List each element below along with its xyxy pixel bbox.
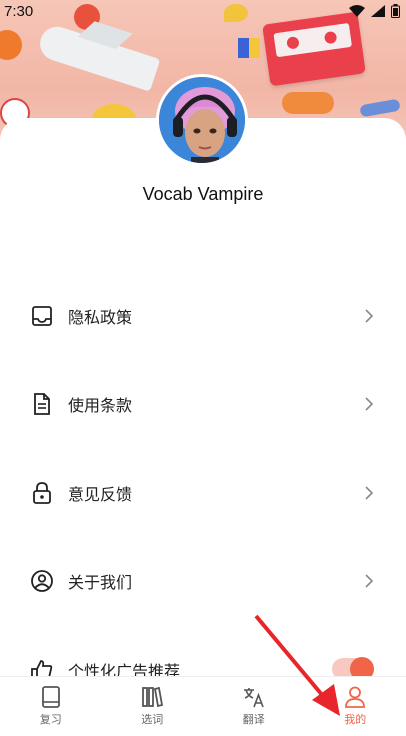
status-icons — [349, 4, 400, 18]
cassette-tape-decoration — [262, 11, 366, 87]
color-cube-decoration — [238, 38, 260, 58]
nav-label: 选词 — [141, 714, 164, 726]
lock-icon — [30, 481, 54, 505]
bottom-nav: 复习 选词 翻译 我的 — [0, 676, 406, 736]
status-time: 7:30 — [4, 2, 34, 20]
avatar[interactable] — [156, 74, 248, 166]
book-icon — [41, 686, 60, 708]
nav-item-review[interactable]: 复习 — [0, 677, 102, 736]
inbox-icon — [30, 304, 54, 328]
nav-label: 翻译 — [242, 714, 265, 726]
document-icon — [30, 392, 54, 416]
status-bar: 7:30 — [0, 0, 406, 22]
library-icon — [142, 686, 164, 708]
cookies-decoration — [282, 92, 334, 114]
nav-item-select-words[interactable]: 选词 — [102, 677, 204, 736]
battery-icon — [391, 4, 400, 18]
airplane-decoration — [35, 21, 161, 92]
menu-item-label: 使用条款 — [68, 398, 133, 415]
translate-icon — [243, 688, 264, 708]
signal-icon — [371, 5, 385, 17]
menu-item-privacy-policy[interactable]: 隐私政策 — [0, 286, 406, 346]
menu-item-feedback[interactable]: 意见反馈 — [0, 463, 406, 523]
wifi-icon — [349, 5, 365, 17]
nav-label: 我的 — [344, 714, 367, 726]
nav-item-mine[interactable]: 我的 — [305, 677, 406, 736]
orange-ball-decoration — [0, 30, 22, 60]
nav-label: 复习 — [39, 714, 62, 726]
menu-item-label: 隐私政策 — [68, 310, 133, 327]
chevron-right-icon — [365, 574, 374, 588]
menu-item-label: 关于我们 — [68, 575, 133, 592]
user-circle-icon — [30, 569, 54, 593]
blue-ribbon-decoration — [359, 98, 401, 118]
chevron-right-icon — [365, 309, 374, 323]
chevron-right-icon — [365, 397, 374, 411]
nav-item-translate[interactable]: 翻译 — [203, 677, 305, 736]
person-icon — [345, 686, 366, 708]
menu-item-label: 意见反馈 — [68, 487, 133, 504]
chevron-right-icon — [365, 486, 374, 500]
username: Vocab Vampire — [142, 184, 264, 204]
menu-item-about-us[interactable]: 关于我们 — [0, 551, 406, 611]
menu-item-terms-of-use[interactable]: 使用条款 — [0, 374, 406, 434]
